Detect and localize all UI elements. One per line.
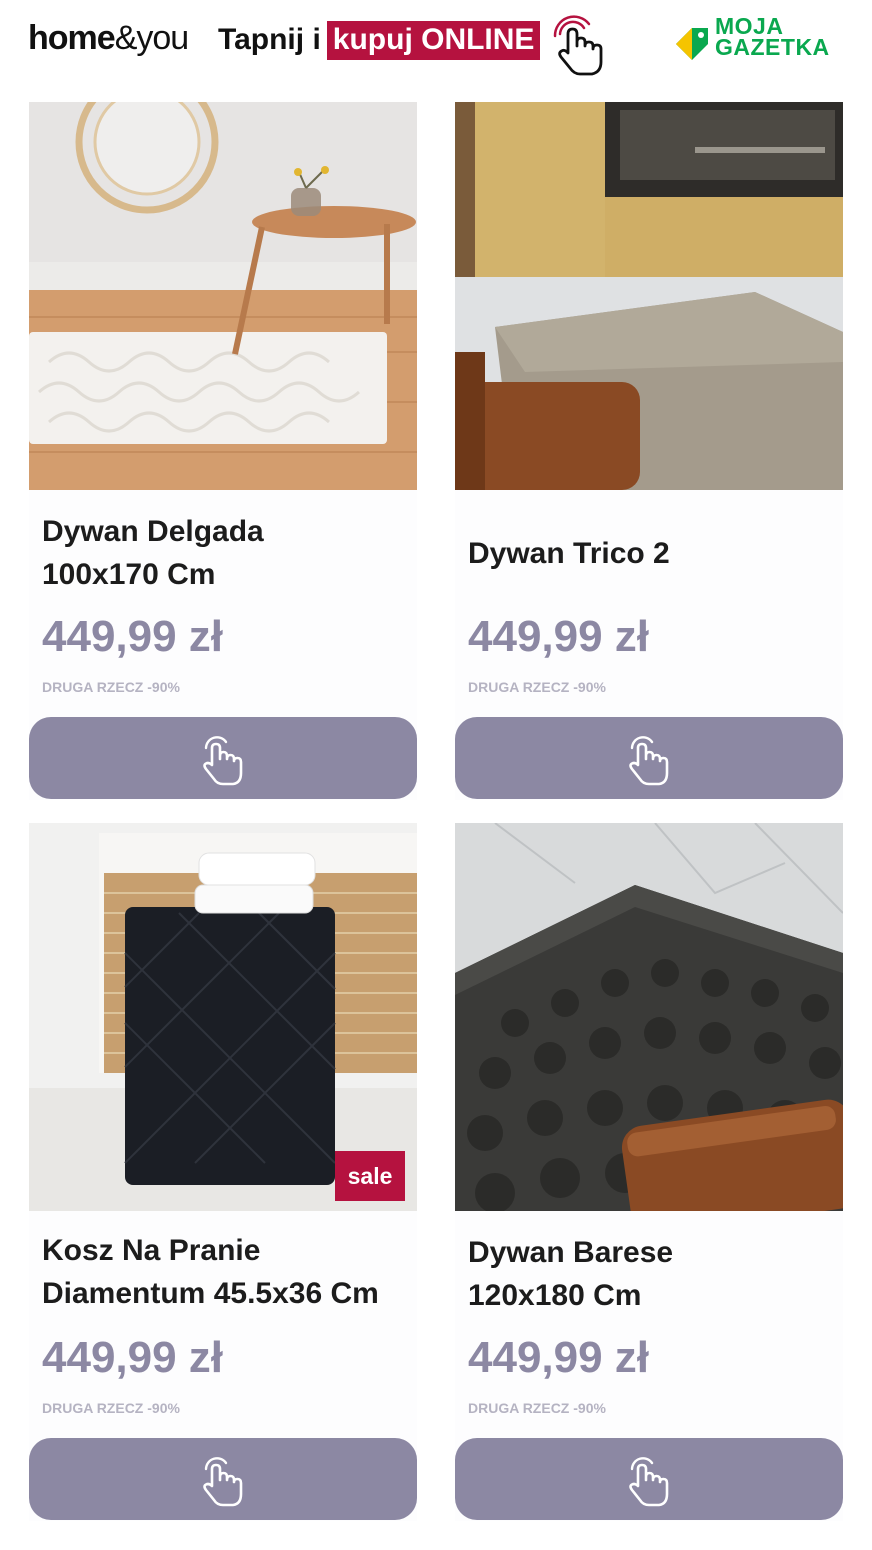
tap-hand-icon: [629, 1457, 669, 1507]
shop-online-cta[interactable]: Tapnij i kupuj ONLINE: [218, 20, 541, 60]
home-and-you-logo[interactable]: home&you: [28, 18, 189, 58]
product-price: 449,99 zł: [468, 1333, 650, 1382]
cta-highlight-text: kupuj ONLINE: [326, 20, 541, 60]
moja-gazetka-logo[interactable]: MOJA GAZETKA: [672, 15, 847, 64]
product-image[interactable]: [455, 823, 843, 1211]
buy-online-button[interactable]: [455, 1438, 843, 1520]
product-promo: DRUGA RZECZ -90%: [42, 1400, 180, 1416]
product-card[interactable]: sale Kosz Na Pranie Diamentum 45.5x36 Cm…: [29, 823, 417, 1521]
product-promo: DRUGA RZECZ -90%: [468, 679, 606, 695]
product-image[interactable]: sale: [29, 823, 417, 1211]
product-title-line-1: Kosz Na Pranie: [42, 1234, 261, 1267]
partner-line-2: GAZETKA: [715, 34, 830, 60]
buy-online-button[interactable]: [29, 717, 417, 799]
product-image[interactable]: [29, 102, 417, 490]
product-card[interactable]: Dywan Trico 2 449,99 zł DRUGA RZECZ -90%: [455, 102, 843, 800]
product-price: 449,99 zł: [42, 1333, 224, 1382]
product-promo: DRUGA RZECZ -90%: [42, 679, 180, 695]
product-title-line-1: Dywan Delgada: [42, 515, 264, 548]
product-title[interactable]: Dywan Delgada 100x170 Cm: [42, 510, 264, 596]
tap-hand-icon: [203, 736, 243, 786]
top-banner: home&you Tapnij i kupuj ONLINE MOJA GAZE…: [0, 0, 872, 90]
cta-plain-text: Tapnij i: [218, 23, 321, 56]
product-title-line-2: 120x180 Cm: [468, 1279, 642, 1312]
product-promo: DRUGA RZECZ -90%: [468, 1400, 606, 1416]
product-title[interactable]: Kosz Na Pranie Diamentum 45.5x36 Cm: [42, 1229, 379, 1315]
sale-badge: sale: [335, 1151, 405, 1201]
product-card[interactable]: Dywan Delgada 100x170 Cm 449,99 zł DRUGA…: [29, 102, 417, 800]
product-title[interactable]: Dywan Barese 120x180 Cm: [468, 1231, 673, 1317]
product-title-line-1: Dywan Barese: [468, 1236, 674, 1269]
tap-hand-icon: [203, 1457, 243, 1507]
partner-name: MOJA GAZETKA: [715, 15, 830, 60]
brand-bold-text: home: [28, 19, 116, 57]
product-price: 449,99 zł: [468, 612, 650, 661]
product-title-line-2: 100x170 Cm: [42, 558, 216, 591]
product-title-line-2: Diamentum 45.5x36 Cm: [42, 1277, 379, 1310]
price-tag-icon: [676, 28, 708, 60]
product-image[interactable]: [455, 102, 843, 490]
tap-hand-icon: [629, 736, 669, 786]
buy-online-button[interactable]: [29, 1438, 417, 1520]
product-card[interactable]: Dywan Barese 120x180 Cm 449,99 zł DRUGA …: [455, 823, 843, 1521]
product-price: 449,99 zł: [42, 612, 224, 661]
brand-light-text: &you: [114, 19, 189, 57]
product-title-line-1: Dywan Trico 2: [468, 537, 670, 570]
buy-online-button[interactable]: [455, 717, 843, 799]
pointing-hand-icon[interactable]: [552, 12, 610, 78]
product-title[interactable]: Dywan Trico 2: [468, 532, 670, 575]
